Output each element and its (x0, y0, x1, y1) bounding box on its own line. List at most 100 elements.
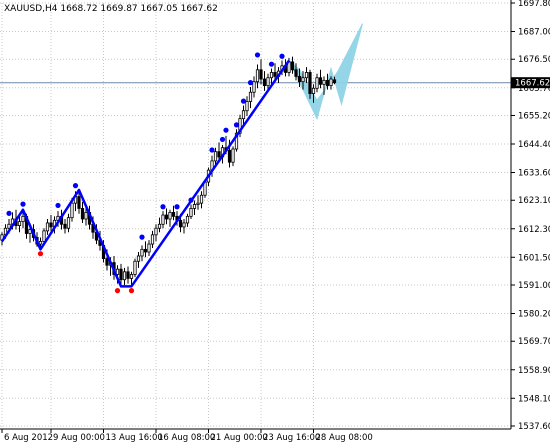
candle-body (49, 222, 53, 228)
candle-body (42, 230, 46, 242)
candle-body (66, 217, 71, 229)
candle-body (252, 81, 256, 93)
current-price-tag: 1667.62 (511, 77, 550, 89)
symbol-ohlc-label: XAUUSD,H4 1668.72 1669.87 1667.05 1667.6… (4, 4, 218, 14)
y-tick-label: 1612.30 (518, 225, 550, 235)
candle-body (70, 202, 74, 219)
fractal-high-dot (240, 98, 247, 104)
fractal-high-dot (72, 183, 79, 189)
candle-body (136, 255, 141, 262)
fractal-high-dot (254, 52, 261, 58)
y-tick-label: 1601.50 (518, 253, 550, 263)
candle-body (119, 268, 123, 281)
candle-body (178, 219, 183, 228)
candle-body (231, 148, 235, 163)
y-tick-label: 1644.40 (518, 140, 550, 150)
fractal-high-dot (160, 204, 166, 210)
x-tick-label: 23 Aug 16:00 (263, 433, 320, 443)
candle-body (129, 274, 134, 279)
candle-body (290, 61, 295, 71)
candle-body (154, 227, 158, 236)
candle-body (262, 78, 267, 87)
candle-body (199, 194, 204, 204)
candle-body (38, 241, 43, 245)
candle-body (322, 79, 326, 85)
y-tick-label: 1687.00 (518, 28, 550, 38)
fractal-high-dot (268, 61, 275, 67)
candle-body (182, 222, 186, 228)
x-tick-label: 13 Aug 16:00 (106, 433, 163, 443)
candle-body (315, 77, 319, 89)
fractal-high-dot (279, 53, 285, 59)
fractal-high-dot (6, 210, 12, 216)
fractal-high-dot (233, 122, 240, 128)
candle-body (161, 214, 165, 225)
candle-body (311, 87, 316, 94)
candle-body (105, 258, 109, 266)
fractal-high-dot (209, 147, 215, 153)
fractal-high-dot (174, 204, 180, 210)
candle-body (21, 215, 25, 223)
candle-body (77, 196, 81, 209)
candle-body (17, 221, 22, 226)
candle-body (185, 215, 190, 224)
candle-body (227, 149, 232, 163)
candle-body (122, 271, 127, 281)
fractal-high-dot (247, 80, 254, 86)
fractal-low-dot (128, 288, 135, 294)
candle-body (241, 110, 246, 120)
candle-body (217, 151, 221, 158)
candle-body (269, 72, 274, 79)
price-chart[interactable]: 1697.801687.001676.501665.701655.201644.… (0, 0, 550, 445)
candle-body (164, 214, 169, 220)
candle-body (245, 101, 249, 112)
fractal-high-dot (139, 234, 145, 240)
candle-body (325, 79, 330, 87)
y-tick-label: 1548.10 (518, 394, 550, 404)
y-tick-label: 1676.50 (518, 55, 550, 65)
candle-body (192, 204, 197, 209)
x-tick-label: 9 Aug 00:00 (53, 433, 105, 443)
candle-body (273, 72, 277, 77)
candle-body (213, 151, 218, 162)
candle-body (171, 211, 176, 217)
y-tick-label: 1623.10 (518, 196, 550, 206)
candle-body (266, 77, 270, 87)
y-tick-label: 1537.60 (518, 422, 550, 432)
current-price-label: 1667.62 (515, 79, 550, 89)
candle-body (189, 208, 193, 217)
candle-body (248, 91, 253, 102)
y-tick-label: 1655.20 (518, 111, 550, 121)
candle-body (304, 72, 309, 79)
fractal-low-dot (114, 288, 121, 294)
y-tick-label: 1591.00 (518, 281, 550, 291)
fractal-high-dot (188, 197, 194, 203)
fractal-high-dot (20, 201, 26, 207)
candle-body (255, 69, 260, 83)
candle-body (168, 211, 172, 220)
candle-body (259, 69, 263, 80)
candle-body (294, 69, 298, 77)
candle-body (150, 234, 155, 245)
candle-body (318, 77, 323, 85)
candle-body (63, 223, 67, 229)
fractal-high-dot (223, 127, 229, 133)
fractal-high-dot (219, 136, 226, 143)
y-tick-label: 1697.80 (518, 0, 550, 9)
candle-body (301, 77, 305, 83)
y-tick-label: 1558.90 (518, 366, 550, 376)
candle-body (133, 260, 137, 275)
candle-body (45, 222, 50, 232)
y-tick-label: 1569.70 (518, 337, 550, 347)
candle-body (157, 223, 162, 229)
candle-body (308, 72, 312, 94)
candle-body (143, 248, 148, 253)
candle-body (140, 248, 144, 257)
candle-body (329, 78, 333, 87)
x-tick-label: 28 Aug 08:00 (316, 433, 373, 443)
x-tick-label: 6 Aug 2012 (4, 433, 53, 443)
x-tick-label: 16 Aug 08:00 (158, 433, 215, 443)
candle-body (297, 76, 302, 83)
y-tick-label: 1580.20 (518, 310, 550, 320)
candle-body (126, 271, 130, 279)
